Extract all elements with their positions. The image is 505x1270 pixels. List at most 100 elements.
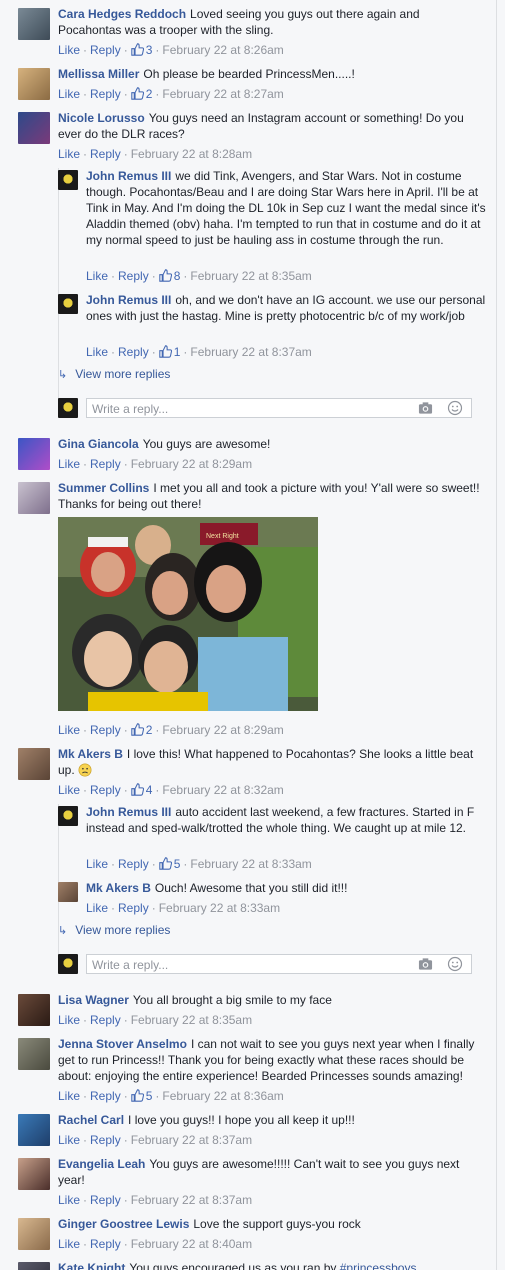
avatar[interactable] [18, 8, 50, 40]
attached-photo[interactable]: Next Right [58, 517, 318, 711]
like-link[interactable]: Like [58, 1237, 80, 1251]
view-more-replies-1[interactable]: ↳ View more replies [58, 366, 170, 383]
like-link[interactable]: Like [58, 457, 80, 471]
reply-input[interactable]: Write a reply... [86, 398, 472, 418]
timestamp[interactable]: February 22 at 8:40am [131, 1237, 252, 1251]
reply-link[interactable]: Reply [90, 87, 121, 101]
avatar[interactable] [58, 806, 78, 826]
commenter-name[interactable]: Jenna Stover Anselmo [58, 1037, 187, 1051]
like-link[interactable]: Like [86, 345, 108, 359]
like-link[interactable]: Like [58, 783, 80, 797]
commenter-name[interactable]: John Remus III [86, 805, 171, 819]
thumbs-up-icon [130, 783, 144, 796]
like-count[interactable]: 5 [130, 1089, 152, 1103]
commenter-name[interactable]: Rachel Carl [58, 1113, 124, 1127]
reply-link[interactable]: Reply [118, 345, 149, 359]
commenter-name[interactable]: Cara Hedges Reddoch [58, 7, 186, 21]
commenter-name[interactable]: John Remus III [86, 169, 171, 183]
reply-link[interactable]: Reply [90, 457, 121, 471]
reply-link[interactable]: Reply [118, 857, 149, 871]
timestamp[interactable]: February 22 at 8:37am [131, 1133, 252, 1147]
like-link[interactable]: Like [86, 857, 108, 871]
reply-input[interactable]: Write a reply... [86, 954, 472, 974]
commenter-name[interactable]: Mk Akers B [58, 747, 123, 761]
camera-icon[interactable] [418, 957, 433, 971]
timestamp[interactable]: February 22 at 8:29am [162, 723, 283, 737]
commenter-name[interactable]: Kate Knight [58, 1261, 125, 1270]
timestamp[interactable]: February 22 at 8:35am [131, 1013, 252, 1027]
avatar[interactable] [18, 748, 50, 780]
hashtag-link[interactable]: #princessboys [340, 1261, 417, 1270]
commenter-name[interactable]: Lisa Wagner [58, 993, 129, 1007]
avatar[interactable] [58, 294, 78, 314]
reply-link[interactable]: Reply [118, 901, 149, 915]
commenter-name[interactable]: John Remus III [86, 293, 171, 307]
reply-link[interactable]: Reply [90, 1013, 121, 1027]
timestamp[interactable]: February 22 at 8:33am [190, 857, 311, 871]
reply-link[interactable]: Reply [90, 43, 121, 57]
like-link[interactable]: Like [58, 723, 80, 737]
avatar[interactable] [18, 438, 50, 470]
reply-link[interactable]: Reply [118, 269, 149, 283]
like-link[interactable]: Like [58, 87, 80, 101]
like-link[interactable]: Like [58, 147, 80, 161]
timestamp[interactable]: February 22 at 8:33am [159, 901, 280, 915]
timestamp[interactable]: February 22 at 8:26am [162, 43, 283, 57]
camera-icon[interactable] [418, 401, 433, 415]
like-link[interactable]: Like [58, 1133, 80, 1147]
like-count[interactable]: 2 [130, 87, 152, 101]
like-link[interactable]: Like [86, 269, 108, 283]
avatar[interactable] [58, 882, 78, 902]
timestamp[interactable]: February 22 at 8:28am [131, 147, 252, 161]
avatar[interactable] [18, 1218, 50, 1250]
reply-link[interactable]: Reply [90, 723, 121, 737]
commenter-name[interactable]: Evangelia Leah [58, 1157, 145, 1171]
like-link[interactable]: Like [58, 1193, 80, 1207]
timestamp[interactable]: February 22 at 8:37am [190, 345, 311, 359]
reply-link[interactable]: Reply [90, 1193, 121, 1207]
avatar[interactable] [58, 170, 78, 190]
like-count[interactable]: 8 [158, 269, 180, 283]
reply-placeholder: Write a reply... [92, 402, 169, 416]
reply-link[interactable]: Reply [90, 147, 121, 161]
reply-link[interactable]: Reply [90, 1133, 121, 1147]
timestamp[interactable]: February 22 at 8:35am [190, 269, 311, 283]
commenter-name[interactable]: Summer Collins [58, 481, 149, 495]
timestamp[interactable]: February 22 at 8:37am [131, 1193, 252, 1207]
comment-text: Oh please be bearded PrincessMen.....! [143, 67, 355, 81]
reply-link[interactable]: Reply [90, 783, 121, 797]
like-link[interactable]: Like [86, 901, 108, 915]
like-count[interactable]: 2 [130, 723, 152, 737]
avatar[interactable] [18, 68, 50, 100]
timestamp[interactable]: February 22 at 8:27am [162, 87, 283, 101]
avatar[interactable] [18, 112, 50, 144]
timestamp[interactable]: February 22 at 8:32am [162, 783, 283, 797]
commenter-name[interactable]: Mk Akers B [86, 881, 151, 895]
reply-link[interactable]: Reply [90, 1237, 121, 1251]
reply-arrow-icon: ↳ [58, 369, 68, 381]
smiley-icon[interactable] [447, 956, 463, 972]
reply-link[interactable]: Reply [90, 1089, 121, 1103]
avatar[interactable] [18, 994, 50, 1026]
avatar[interactable] [18, 1262, 50, 1270]
commenter-name[interactable]: Nicole Lorusso [58, 111, 145, 125]
like-count[interactable]: 3 [130, 43, 152, 57]
like-link[interactable]: Like [58, 1013, 80, 1027]
avatar[interactable] [18, 1114, 50, 1146]
commenter-name[interactable]: Gina Giancola [58, 437, 139, 451]
like-link[interactable]: Like [58, 43, 80, 57]
avatar[interactable] [18, 1038, 50, 1070]
commenter-name[interactable]: Ginger Goostree Lewis [58, 1217, 189, 1231]
avatar[interactable] [18, 482, 50, 514]
view-more-replies-2[interactable]: ↳ View more replies [58, 922, 170, 939]
timestamp[interactable]: February 22 at 8:29am [131, 457, 252, 471]
avatar[interactable] [18, 1158, 50, 1190]
reply-arrow-icon: ↳ [58, 925, 68, 937]
like-count[interactable]: 4 [130, 783, 152, 797]
smiley-icon[interactable] [447, 400, 463, 416]
like-count[interactable]: 1 [158, 345, 180, 359]
like-link[interactable]: Like [58, 1089, 80, 1103]
commenter-name[interactable]: Mellissa Miller [58, 67, 139, 81]
timestamp[interactable]: February 22 at 8:36am [162, 1089, 283, 1103]
like-count[interactable]: 5 [158, 857, 180, 871]
